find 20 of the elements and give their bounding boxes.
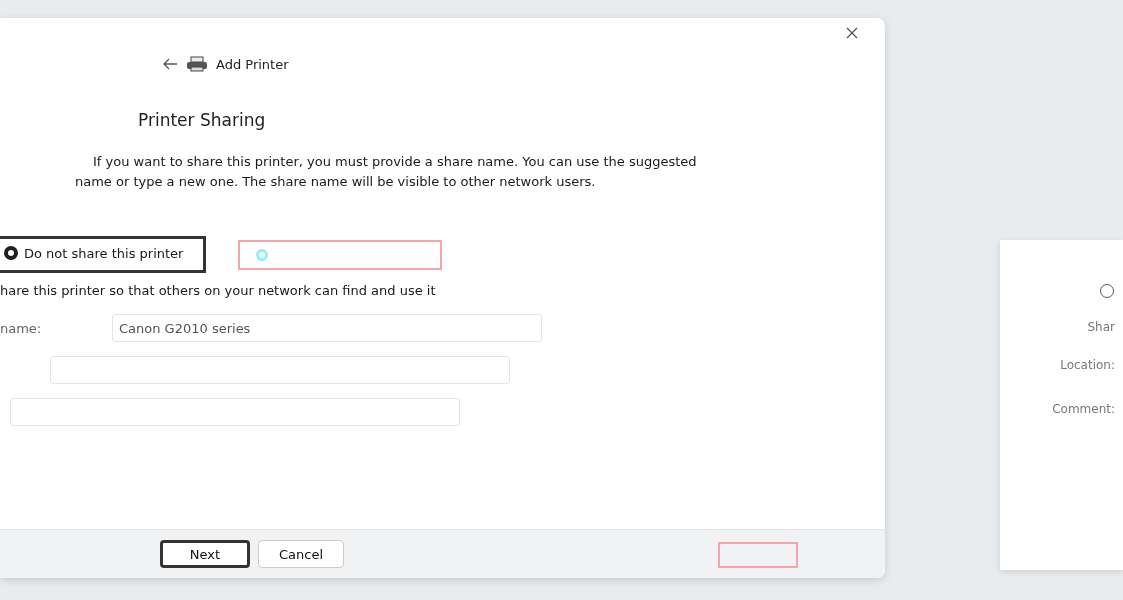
- field-label: Shar: [1087, 320, 1115, 334]
- printer-icon: [186, 56, 208, 72]
- back-arrow-icon[interactable]: [162, 57, 178, 71]
- description-text: If you want to share this printer, you must provide a share name. You can use the suggested name or type a new one. The share name will be visible to other network users.: [75, 153, 698, 191]
- share-name-field[interactable]: Canon G2010 series: [112, 314, 542, 342]
- window-title: Add Printer: [216, 56, 289, 72]
- radio-button[interactable]: [1100, 284, 1114, 298]
- radio-button[interactable]: [4, 246, 18, 260]
- radio-label: Do not share this printer: [24, 245, 184, 261]
- page-heading: Printer Sharing: [138, 110, 267, 130]
- cancel-button[interactable]: Cancel: [258, 540, 345, 568]
- next-button[interactable]: Next: [160, 540, 250, 568]
- field-label: Location:: [1060, 358, 1115, 372]
- radio-label: hare this printer so that others on your network can find and use it: [0, 283, 436, 298]
- comment-field[interactable]: [10, 398, 460, 426]
- field-label: Comment:: [1052, 402, 1115, 416]
- share-name-label: name:: [0, 320, 43, 336]
- radio-ghost-icon: [256, 248, 269, 261]
- location-field[interactable]: [50, 356, 510, 384]
- close-icon[interactable]: [845, 26, 859, 40]
